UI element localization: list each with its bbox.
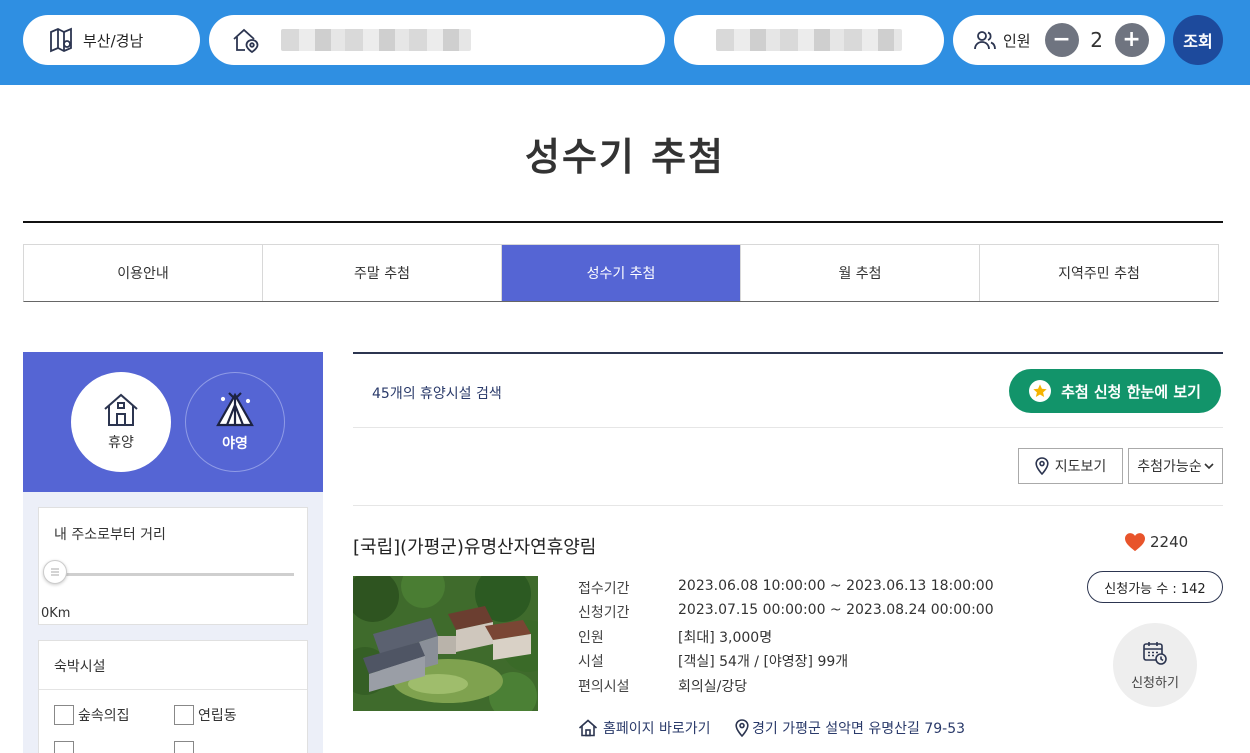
tab-weekend[interactable]: 주말 추첨 (263, 245, 502, 301)
people-decrement-button[interactable]: − (1044, 23, 1079, 57)
checkbox[interactable] (54, 741, 74, 753)
stay-option-forest-house[interactable]: 숲속의집 (54, 705, 130, 725)
search-button[interactable]: 조회 (1173, 15, 1223, 65)
home-pin-icon (231, 26, 261, 54)
people-increment-button[interactable]: + (1114, 23, 1149, 57)
stay-option-label: 숲속의집 (78, 708, 130, 724)
info-label: 신청기간 (578, 605, 630, 621)
home-icon (578, 719, 598, 737)
distance-filter: 내 주소로부터 거리 0Km (38, 507, 308, 625)
info-value: 회의실/강당 (678, 679, 748, 695)
stay-title: 숙박시설 (54, 659, 106, 675)
address-label: 경기 가평군 설악면 유명산길 79-53 (752, 721, 966, 737)
location-pin-icon (735, 719, 749, 737)
map-view-label: 지도보기 (1054, 459, 1107, 475)
filter-panel: 내 주소로부터 거리 0Km 숙박시설 숲속의집 연립동 (23, 492, 323, 753)
type-stay-label: 휴양 (108, 435, 134, 451)
info-label: 편의시설 (578, 679, 630, 695)
tab-local-resident[interactable]: 지역주민 추첨 (980, 245, 1218, 301)
type-stay-button[interactable]: 휴양 (71, 372, 171, 472)
info-value: 2023.07.15 00:00:00 ~ 2023.08.24 00:00:0… (678, 602, 994, 618)
stay-option-row-house[interactable]: 연립동 (174, 705, 237, 725)
location-pin-icon (1035, 457, 1049, 475)
address-link[interactable]: 경기 가평군 설악면 유명산길 79-53 (735, 718, 965, 738)
region-selector[interactable]: 부산/경남 (23, 15, 200, 65)
chevron-down-icon (1204, 462, 1214, 470)
tab-guide[interactable]: 이용안내 (24, 245, 263, 301)
stay-filter: 숙박시설 숲속의집 연립동 (38, 640, 308, 753)
house-icon (102, 392, 140, 428)
region-label: 부산/경남 (83, 31, 144, 50)
people-selector: 인원 − 2 + (953, 15, 1165, 65)
distance-slider-track[interactable] (54, 573, 294, 576)
facility-title[interactable]: [국립](가평군)유명산자연휴양림 (353, 533, 596, 559)
view-all-lottery-button[interactable]: 추첨 신청 한눈에 보기 (1009, 369, 1221, 413)
toolbar-divider (353, 427, 1223, 428)
homepage-link-label: 홈페이지 바로가기 (603, 721, 711, 737)
results-divider (353, 352, 1223, 354)
title-divider (23, 221, 1223, 223)
info-label: 인원 (578, 630, 604, 646)
lottery-tabs: 이용안내 주말 추첨 성수기 추첨 월 추첨 지역주민 추첨 (23, 244, 1219, 302)
place-value-redacted (281, 29, 471, 51)
result-count: 45개의 휴양시설 검색 (372, 386, 502, 402)
map-book-icon (47, 26, 75, 54)
checkbox[interactable] (54, 705, 74, 725)
date-input[interactable] (674, 15, 944, 65)
distance-slider-handle[interactable] (43, 560, 67, 584)
checkbox[interactable] (174, 741, 194, 753)
facility-photo[interactable] (353, 576, 538, 711)
date-value-redacted (716, 29, 902, 51)
map-view-button[interactable]: 지도보기 (1018, 448, 1123, 484)
distance-title: 내 주소로부터 거리 (54, 527, 166, 543)
list-divider (353, 505, 1223, 506)
available-count-badge: 신청가능 수 : 142 (1087, 571, 1223, 603)
type-camp-button[interactable]: 야영 (185, 372, 285, 472)
info-label: 접수기간 (578, 581, 630, 597)
search-bar: 부산/경남 인원 − 2 + 조회 (0, 0, 1250, 85)
tab-monthly[interactable]: 월 추첨 (741, 245, 980, 301)
sort-selected-label: 추첨가능순 (1137, 459, 1202, 475)
stay-divider (39, 689, 307, 690)
type-camp-label: 야영 (222, 436, 248, 452)
like-counter[interactable]: 2240 (1124, 532, 1188, 552)
view-all-label: 추첨 신청 한눈에 보기 (1061, 382, 1201, 401)
info-value: [객실] 54개 / [야영장] 99개 (678, 654, 849, 670)
heart-icon[interactable] (1124, 532, 1146, 552)
distance-value: 0Km (41, 606, 71, 621)
info-label: 시설 (578, 654, 604, 670)
info-value: [최대] 3,000명 (678, 630, 773, 646)
tent-icon (215, 391, 255, 429)
star-icon (1029, 380, 1052, 402)
sort-select[interactable]: 추첨가능순 (1128, 448, 1223, 484)
page-title: 성수기 추첨 (524, 135, 726, 179)
tab-peak-season[interactable]: 성수기 추첨 (502, 245, 741, 301)
info-value: 2023.06.08 10:00:00 ~ 2023.06.13 18:00:0… (678, 578, 994, 594)
users-icon (973, 29, 997, 51)
people-label: 인원 (1003, 31, 1031, 50)
place-input[interactable] (209, 15, 665, 65)
checkbox[interactable] (174, 705, 194, 725)
grip-icon (51, 568, 59, 576)
apply-button[interactable]: 신청하기 (1113, 623, 1197, 707)
calendar-clock-icon (1142, 640, 1168, 666)
people-count: 2 (1090, 28, 1103, 52)
like-count: 2240 (1150, 533, 1189, 551)
homepage-link[interactable]: 홈페이지 바로가기 (578, 718, 711, 738)
facility-type-selector: 휴양 야영 (23, 352, 323, 492)
stay-option-label: 연립동 (198, 708, 237, 724)
apply-label: 신청하기 (1131, 675, 1179, 691)
